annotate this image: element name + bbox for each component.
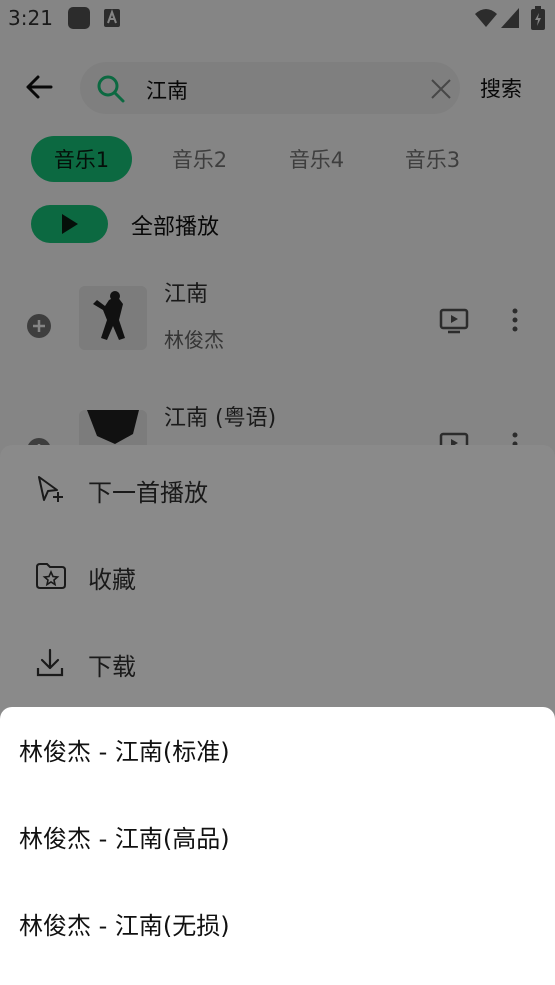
action-play-next[interactable]: 下一首播放 (0, 458, 555, 518)
quality-option-standard[interactable]: 林俊杰 - 江南(标准) (0, 716, 555, 786)
quality-label: 林俊杰 - 江南(标准) (19, 738, 230, 766)
action-download[interactable]: 下载 (0, 632, 555, 692)
quality-option-lossless[interactable]: 林俊杰 - 江南(无损) (0, 890, 555, 960)
quality-popup: 林俊杰 - 江南(标准) 林俊杰 - 江南(高品) 林俊杰 - 江南(无损) (0, 707, 555, 985)
quality-label: 林俊杰 - 江南(无损) (19, 912, 230, 940)
quality-label: 林俊杰 - 江南(高品) (19, 825, 230, 853)
action-favorite[interactable]: 收藏 (0, 545, 555, 605)
play-next-icon (38, 476, 63, 502)
action-label: 收藏 (88, 566, 136, 594)
folder-star-icon (36, 563, 66, 589)
screen: 3:21 江南 搜索 音乐1 音乐2 音乐4 音乐3 全部播放 江南 林俊杰 江… (0, 0, 555, 985)
action-label: 下一首播放 (88, 479, 208, 507)
action-label: 下载 (88, 653, 136, 681)
quality-option-high[interactable]: 林俊杰 - 江南(高品) (0, 803, 555, 873)
download-icon (36, 648, 64, 677)
